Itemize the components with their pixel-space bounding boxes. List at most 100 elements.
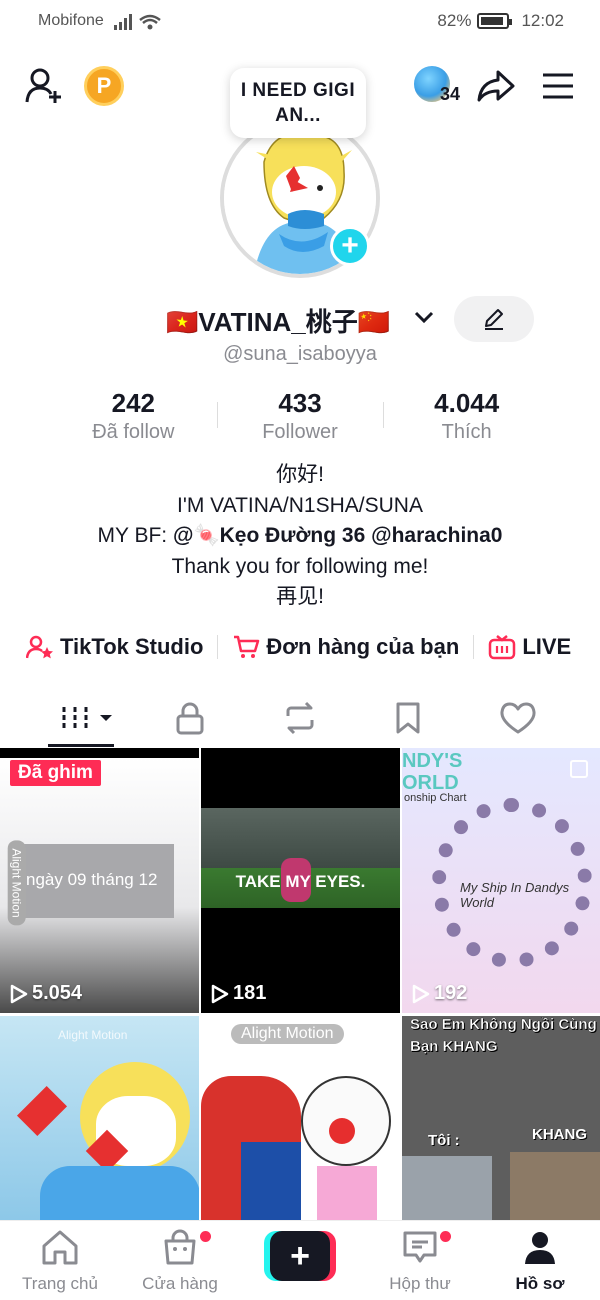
nav-label: Hộp thư (389, 1274, 451, 1293)
view-count: 192 (412, 982, 467, 1005)
play-icon (10, 984, 28, 1003)
add-friend-icon[interactable] (22, 64, 66, 108)
nav-label: Trang chủ (22, 1274, 98, 1293)
profile-note[interactable]: I NEED GIGI AN... (230, 68, 366, 138)
video-thumbnail[interactable]: Sao Em Không Ngồi Cùng Bạn KHANG Tôi : K… (402, 1016, 600, 1220)
friends-count: 34 (440, 84, 461, 104)
link-label: Đơn hàng của bạn (266, 634, 460, 659)
heart-icon (500, 702, 536, 734)
video-thumbnail[interactable]: Alight Motion (201, 1016, 400, 1220)
play-icon (211, 984, 229, 1003)
view-count: 181 (211, 982, 266, 1005)
notification-dot (200, 1231, 211, 1242)
orders-link[interactable]: Đơn hàng của bạn (232, 634, 459, 660)
profile-icon (525, 1232, 555, 1264)
video-thumbnail[interactable]: NDY'S ORLD onship Chart My Ship In Dandy… (402, 748, 600, 1013)
profile-tabs (0, 692, 600, 748)
signal-wifi-icon (114, 12, 164, 37)
stat-value: 242 (111, 388, 156, 418)
friends-button[interactable]: 34 (412, 64, 461, 110)
bio-mention[interactable]: @🍬Kẹo Đường 36 (173, 524, 365, 547)
video-caption: ngày 09 tháng 12 (26, 870, 158, 889)
nav-shop[interactable]: Cửa hàng (130, 1229, 230, 1294)
stat-following[interactable]: 242 Đã follow (50, 388, 217, 448)
display-name[interactable]: 🇻🇳VATINA_桃子🇨🇳 (166, 302, 390, 339)
video-caption: My Ship In Dandys World (460, 880, 570, 910)
bottom-navigation: Trang chủ Cửa hàng + Hộp thư Hồ sơ (0, 1220, 600, 1300)
home-icon (42, 1230, 78, 1265)
add-story-button[interactable]: + (330, 226, 370, 266)
watermark: Alight Motion (231, 1024, 344, 1044)
nav-home[interactable]: Trang chủ (10, 1229, 110, 1294)
video-caption: TAKE MY EYES. (235, 872, 366, 891)
edit-profile-button[interactable] (454, 296, 534, 342)
profile-bio: 你好! I'M VATINA/N1SHA/SUNA MY BF: @🍬Kẹo Đ… (0, 460, 600, 613)
video-thumbnail[interactable]: TAKE MY EYES. 181 (201, 748, 400, 1013)
tab-reposts[interactable] (270, 696, 330, 740)
tab-liked[interactable] (488, 696, 548, 740)
plus-icon: + (270, 1231, 330, 1281)
view-count-value: 5.054 (32, 982, 83, 1004)
profile-avatar[interactable]: + (220, 118, 382, 278)
pinned-badge: Đã ghim (10, 760, 101, 786)
carrier-name: Mobifone (38, 12, 104, 29)
tab-private[interactable] (160, 696, 220, 740)
bio-mention[interactable]: @harachina0 (371, 524, 502, 547)
create-button[interactable]: + (264, 1231, 336, 1281)
username-handle: @suna_isaboyya (223, 343, 377, 365)
nav-inbox[interactable]: Hộp thư (370, 1229, 470, 1294)
multi-image-icon (570, 760, 588, 778)
stat-label: Follower (262, 421, 338, 443)
tiktok-studio-link[interactable]: TikTok Studio (26, 634, 203, 660)
view-count-value: 181 (233, 982, 267, 1004)
stat-likes[interactable]: 4.044 Thích (383, 388, 550, 448)
studio-icon (26, 635, 53, 659)
stat-followers[interactable]: 433 Follower (216, 388, 384, 448)
chart-title: NDY'S ORLD (402, 750, 463, 794)
share-icon[interactable] (474, 64, 518, 108)
repost-icon (286, 701, 314, 735)
view-count: 5.054 (10, 982, 82, 1005)
stat-value: 4.044 (434, 388, 500, 418)
nav-label: Cửa hàng (142, 1274, 218, 1293)
active-tab-indicator (48, 744, 114, 747)
notification-dot (440, 1231, 451, 1242)
chevron-down-icon[interactable] (412, 306, 436, 333)
bookmark-icon (396, 702, 420, 734)
live-icon (489, 635, 516, 660)
cart-icon (234, 635, 260, 658)
coin-icon: P (84, 66, 124, 106)
bio-line: Thank you for following me! (171, 554, 429, 578)
nav-label: Hồ sơ (515, 1274, 565, 1293)
link-label: TikTok Studio (60, 634, 204, 659)
chart-subtitle: onship Chart (404, 792, 467, 804)
coin-button[interactable]: P (82, 64, 126, 108)
bio-line: 你好! (276, 463, 324, 486)
video-thumbnail[interactable]: Alight Motion (0, 1016, 199, 1220)
menu-icon[interactable] (536, 64, 580, 108)
watermark: Alight Motion (58, 1028, 128, 1042)
video-label: KHANG (532, 1126, 587, 1143)
profile-links: TikTok Studio Đơn hàng của bạn LIVE (26, 630, 586, 664)
view-count-value: 192 (434, 982, 468, 1004)
grid-icon (62, 707, 112, 729)
stat-value: 433 (278, 388, 322, 418)
clock: 12:02 (521, 11, 564, 30)
profile-stats: 242 Đã follow 433 Follower 4.044 Thích (50, 388, 550, 448)
battery-percent: 82% (437, 11, 472, 30)
shopping-bag-icon (164, 1229, 196, 1265)
watermark: Alight Motion (7, 840, 26, 926)
tab-videos[interactable] (54, 696, 114, 740)
tab-favorites[interactable] (378, 696, 438, 740)
stat-label: Đã follow (92, 421, 175, 443)
link-label: LIVE (522, 634, 572, 659)
status-bar: Mobifone 82% 12:02 (0, 0, 600, 44)
video-label: Tôi : (428, 1132, 460, 1149)
video-thumbnail[interactable]: ngày 09 tháng 12 Alight Motion Đã ghim 5… (0, 748, 199, 1013)
divider (217, 635, 219, 659)
live-link[interactable]: LIVE (488, 634, 571, 660)
battery-icon (477, 13, 513, 29)
bio-line: 再见! (276, 585, 324, 608)
nav-profile[interactable]: Hồ sơ (490, 1229, 590, 1294)
bio-text: MY BF: (97, 524, 173, 547)
